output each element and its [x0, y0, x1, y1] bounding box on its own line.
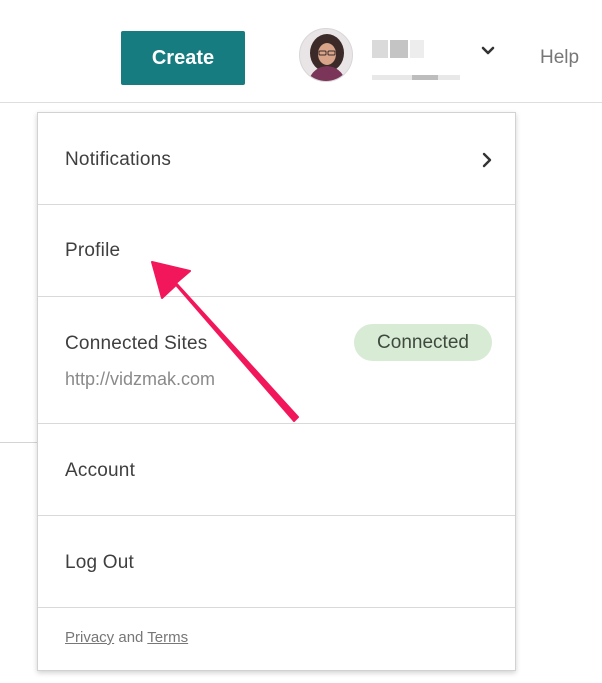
user-avatar[interactable] — [299, 28, 353, 82]
page-divider — [0, 442, 38, 443]
profile-label: Profile — [65, 240, 121, 261]
log-out-label: Log Out — [65, 552, 135, 573]
connected-status-badge: Connected — [354, 324, 492, 361]
footer-and-text: and — [118, 629, 144, 646]
privacy-link[interactable]: Privacy — [65, 629, 114, 646]
notifications-label: Notifications — [65, 149, 172, 170]
connected-sites-label: Connected Sites — [65, 333, 208, 354]
menu-item-profile[interactable]: Profile — [38, 205, 515, 297]
terms-link[interactable]: Terms — [147, 629, 188, 646]
avatar-photo — [300, 29, 352, 81]
menu-item-connected-sites[interactable]: Connected Sites http://vidzmak.com Conne… — [38, 297, 515, 424]
chevron-down-icon[interactable] — [480, 44, 496, 58]
account-label: Account — [65, 460, 136, 481]
legal-footer: Privacy and Terms — [65, 629, 188, 646]
create-button[interactable]: Create — [121, 31, 245, 85]
top-navigation-bar: Create Help — [0, 0, 602, 103]
menu-item-log-out[interactable]: Log Out — [38, 516, 515, 608]
menu-item-account[interactable]: Account — [38, 424, 515, 516]
menu-item-notifications[interactable]: Notifications — [38, 113, 515, 205]
account-dropdown-menu: Notifications Profile Connected Sites ht… — [37, 112, 516, 671]
connected-site-url: http://vidzmak.com — [65, 369, 216, 389]
chevron-right-icon — [482, 152, 492, 168]
help-link[interactable]: Help — [540, 47, 579, 69]
